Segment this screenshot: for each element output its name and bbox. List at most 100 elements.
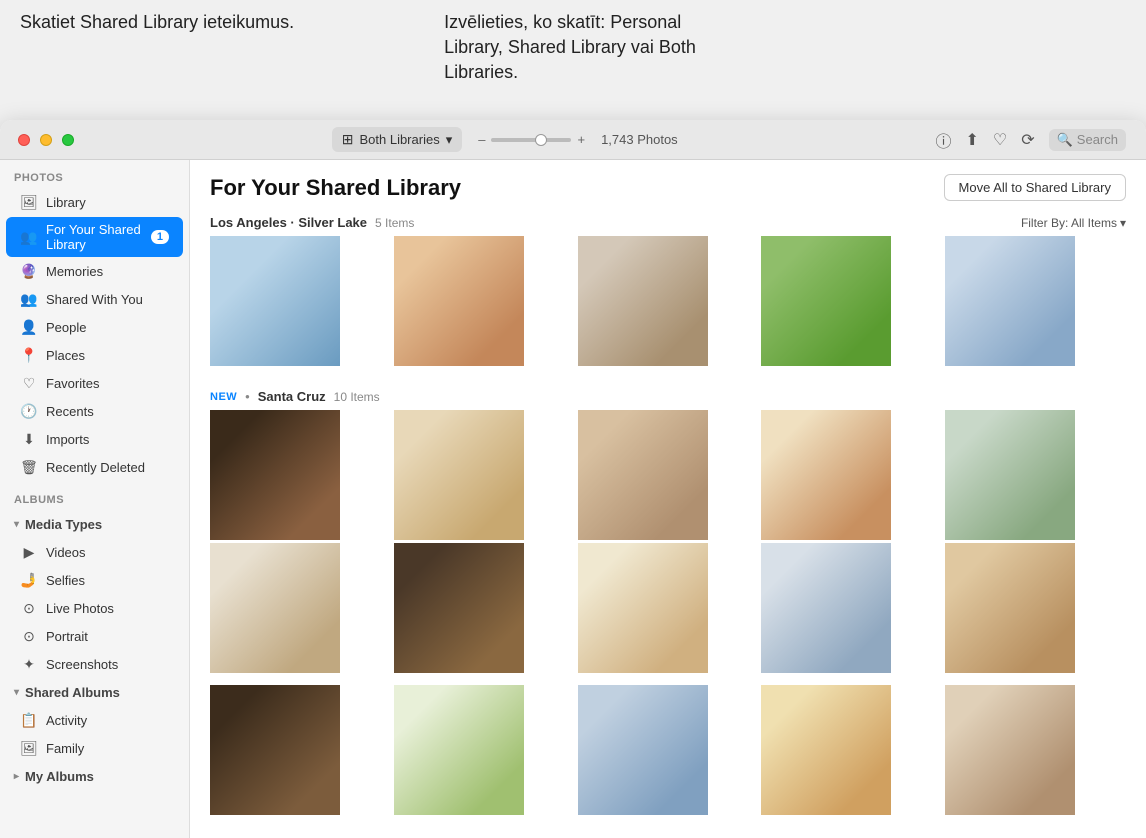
activity-icon: 📋 bbox=[20, 712, 38, 729]
shared-albums-chevron: ▾ bbox=[14, 687, 19, 698]
sidebar-item-live-photos[interactable]: ⊙ Live Photos bbox=[6, 595, 183, 622]
recently-deleted-icon: 🗑 bbox=[20, 459, 38, 476]
photo-cell[interactable] bbox=[210, 543, 340, 673]
heart-icon[interactable]: ♡ bbox=[993, 130, 1007, 150]
sidebar-item-activity[interactable]: 📋 Activity bbox=[6, 707, 183, 734]
library-selector-icon: ⊞ bbox=[342, 131, 354, 148]
sidebar-item-imports[interactable]: ⬇ Imports bbox=[6, 426, 183, 453]
search-icon: 🔍 bbox=[1057, 132, 1073, 148]
memories-icon: 🔮 bbox=[20, 263, 38, 280]
section2-location: Santa Cruz bbox=[258, 389, 326, 404]
titlebar: ⊞ Both Libraries ▾ – + 1,743 Photos ⓘ ⬆ … bbox=[0, 120, 1146, 160]
photo-cell[interactable] bbox=[761, 543, 891, 673]
photo-cell[interactable] bbox=[394, 543, 524, 673]
section2-count: 10 Items bbox=[334, 390, 380, 404]
people-icon: 👤 bbox=[20, 319, 38, 336]
share-icon[interactable]: ⬆ bbox=[965, 130, 978, 150]
sidebar-item-places-label: Places bbox=[46, 348, 169, 363]
sidebar-item-library[interactable]: 🖼 Library bbox=[6, 189, 183, 216]
media-types-label: Media Types bbox=[25, 517, 102, 532]
app-window: ⊞ Both Libraries ▾ – + 1,743 Photos ⓘ ⬆ … bbox=[0, 120, 1146, 838]
family-icon: 🖼 bbox=[20, 740, 38, 757]
photo-cell[interactable] bbox=[578, 410, 708, 540]
sidebar-item-portrait[interactable]: ⊙ Portrait bbox=[6, 623, 183, 650]
sidebar-item-recents-label: Recents bbox=[46, 404, 169, 419]
sidebar-item-screenshots[interactable]: ✦ Screenshots bbox=[6, 651, 183, 678]
traffic-lights bbox=[18, 134, 74, 146]
photo-cell[interactable] bbox=[945, 543, 1075, 673]
sidebar-item-favorites[interactable]: ♡ Favorites bbox=[6, 370, 183, 397]
photo-cell[interactable] bbox=[210, 410, 340, 540]
search-box[interactable]: 🔍 Search bbox=[1049, 129, 1126, 151]
library-selector[interactable]: ⊞ Both Libraries ▾ bbox=[332, 127, 462, 152]
photo-cell[interactable] bbox=[578, 685, 708, 815]
sidebar-item-live-photos-label: Live Photos bbox=[46, 601, 169, 616]
sidebar-item-people-label: People bbox=[46, 320, 169, 335]
my-albums-group[interactable]: ▾ My Albums bbox=[0, 764, 189, 789]
shared-albums-group[interactable]: ▾ Shared Albums bbox=[0, 680, 189, 705]
places-icon: 📍 bbox=[20, 347, 38, 364]
sidebar-item-people[interactable]: 👤 People bbox=[6, 314, 183, 341]
videos-icon: ▶ bbox=[20, 544, 38, 561]
sidebar-badge: 1 bbox=[151, 230, 169, 244]
zoom-slider[interactable] bbox=[491, 138, 571, 142]
sidebar-item-recents[interactable]: 🕐 Recents bbox=[6, 398, 183, 425]
portrait-icon: ⊙ bbox=[20, 628, 38, 645]
rotate-icon[interactable]: ⟳ bbox=[1021, 130, 1034, 150]
fullscreen-button[interactable] bbox=[62, 134, 74, 146]
zoom-minus-icon[interactable]: – bbox=[478, 132, 485, 147]
media-types-group[interactable]: ▾ Media Types bbox=[0, 512, 189, 537]
photo-cell[interactable] bbox=[210, 685, 340, 815]
imports-icon: ⬇ bbox=[20, 431, 38, 448]
sidebar-item-memories[interactable]: 🔮 Memories bbox=[6, 258, 183, 285]
chevron-icon: ▾ bbox=[14, 519, 19, 530]
photo-cell[interactable] bbox=[578, 543, 708, 673]
section1-location: Los Angeles · Silver Lake bbox=[210, 215, 367, 230]
photo-cell[interactable] bbox=[761, 685, 891, 815]
selfies-icon: 🤳 bbox=[20, 572, 38, 589]
sidebar-item-for-your-shared-library[interactable]: 👥 For Your Shared Library 1 bbox=[6, 217, 183, 257]
shared-library-icon: 👥 bbox=[20, 229, 38, 246]
photo-cell[interactable] bbox=[945, 236, 1075, 366]
sidebar-item-shared-with-you[interactable]: 👥 Shared With You bbox=[6, 286, 183, 313]
sidebar-item-videos[interactable]: ▶ Videos bbox=[6, 539, 183, 566]
info-icon[interactable]: ⓘ bbox=[935, 128, 951, 152]
tooltip-area: Skatiet Shared Library ieteikumus. Izvēl… bbox=[0, 0, 1146, 120]
section1-count: 5 Items bbox=[375, 216, 414, 230]
zoom-plus-icon[interactable]: + bbox=[577, 132, 585, 147]
favorites-icon: ♡ bbox=[20, 375, 38, 392]
sidebar-item-screenshots-label: Screenshots bbox=[46, 657, 169, 672]
sidebar-item-shared-with-you-label: Shared With You bbox=[46, 292, 169, 307]
sidebar-item-recently-deleted[interactable]: 🗑 Recently Deleted bbox=[6, 454, 183, 481]
photo-cell[interactable] bbox=[394, 685, 524, 815]
sidebar-item-selfies-label: Selfies bbox=[46, 573, 169, 588]
filter-chevron-icon: ▾ bbox=[1120, 216, 1126, 230]
photo-cell[interactable] bbox=[210, 236, 340, 366]
sidebar-item-family[interactable]: 🖼 Family bbox=[6, 735, 183, 762]
photo-cell[interactable] bbox=[945, 685, 1075, 815]
sidebar-item-activity-label: Activity bbox=[46, 713, 169, 728]
photos-section-label: Photos bbox=[0, 160, 189, 188]
photo-cell[interactable] bbox=[945, 410, 1075, 540]
main-content: For Your Shared Library Move All to Shar… bbox=[190, 160, 1146, 838]
photo-cell[interactable] bbox=[394, 410, 524, 540]
shared-with-you-icon: 👥 bbox=[20, 291, 38, 308]
sidebar-item-places[interactable]: 📍 Places bbox=[6, 342, 183, 369]
sidebar-item-memories-label: Memories bbox=[46, 264, 169, 279]
photo-cell[interactable] bbox=[761, 410, 891, 540]
minimize-button[interactable] bbox=[40, 134, 52, 146]
sidebar-item-selfies[interactable]: 🤳 Selfies bbox=[6, 567, 183, 594]
filter-button[interactable]: Filter By: All Items ▾ bbox=[1021, 216, 1126, 230]
photo-grid-section1 bbox=[190, 236, 1146, 381]
photo-cell[interactable] bbox=[761, 236, 891, 366]
library-icon: 🖼 bbox=[20, 194, 38, 211]
photo-cell[interactable] bbox=[394, 236, 524, 366]
move-all-button[interactable]: Move All to Shared Library bbox=[944, 174, 1126, 201]
shared-albums-label: Shared Albums bbox=[25, 685, 120, 700]
photo-cell[interactable] bbox=[578, 236, 708, 366]
section2-dot: • bbox=[245, 389, 250, 404]
close-button[interactable] bbox=[18, 134, 30, 146]
live-photos-icon: ⊙ bbox=[20, 600, 38, 617]
screenshots-icon: ✦ bbox=[20, 656, 38, 673]
titlebar-center: ⊞ Both Libraries ▾ – + 1,743 Photos bbox=[82, 127, 927, 152]
